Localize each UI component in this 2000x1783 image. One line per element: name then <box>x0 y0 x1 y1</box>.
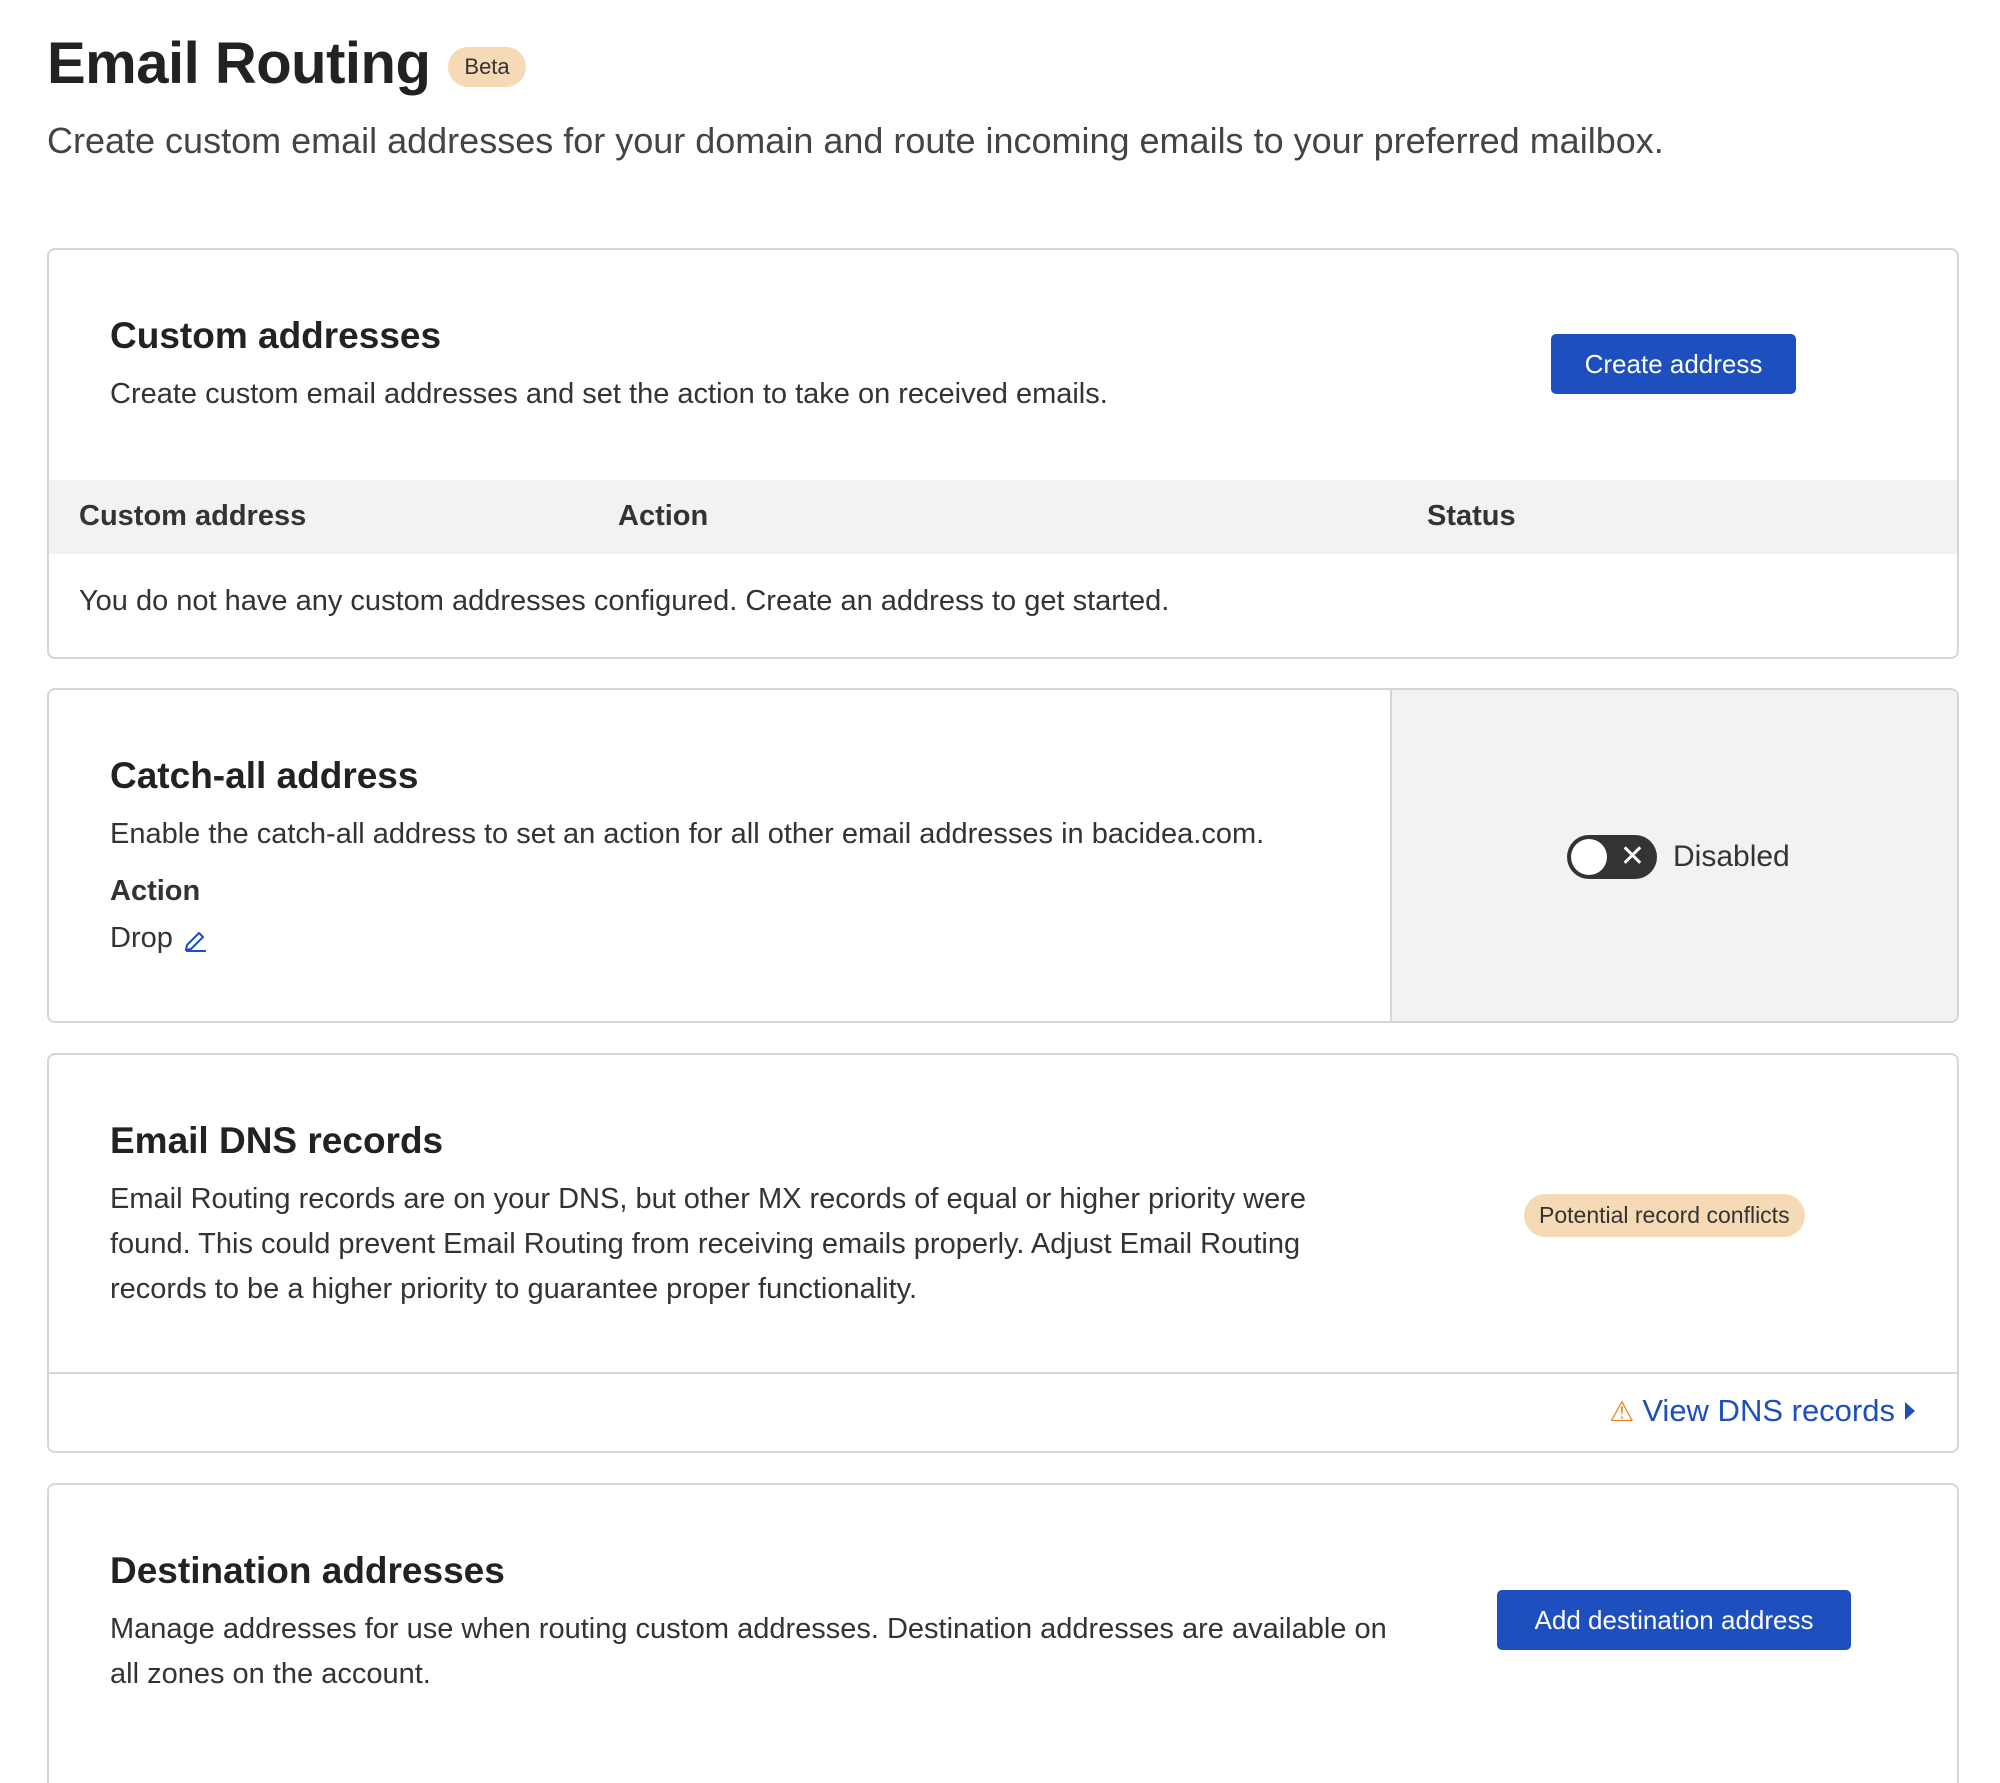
destination-addresses-title: Destination addresses <box>110 1550 505 1591</box>
catch-all-title: Catch-all address <box>110 755 419 796</box>
add-destination-address-button[interactable]: Add destination address <box>1497 1590 1851 1650</box>
view-dns-records-label: View DNS records <box>1642 1393 1895 1428</box>
create-address-button[interactable]: Create address <box>1551 334 1796 394</box>
destination-addresses-description: Manage addresses for use when routing cu… <box>110 1613 1387 1690</box>
catch-all-toggle[interactable]: ✕ <box>1567 835 1657 879</box>
action-label: Action <box>110 875 201 907</box>
empty-table-message: You do not have any custom addresses con… <box>79 585 1170 617</box>
pencil-icon[interactable] <box>183 926 209 952</box>
toggle-wrapper: ✕ Disabled <box>1567 835 1790 879</box>
dns-records-description: Email Routing records are on your DNS, b… <box>110 1183 1306 1305</box>
column-header-action[interactable]: Action <box>618 500 708 533</box>
custom-addresses-description: Create custom email addresses and set th… <box>110 378 1108 410</box>
close-icon: ✕ <box>1619 840 1645 873</box>
view-dns-records-link[interactable]: ⚠ View DNS records <box>1609 1393 1917 1429</box>
page-header: Email Routing Beta Create custom email a… <box>47 28 1947 162</box>
catch-all-toggle-panel: ✕ Disabled <box>1390 690 1957 1021</box>
catch-all-card: Catch-all address Enable the catch-all a… <box>47 688 1959 1023</box>
catch-all-description: Enable the catch-all address to set an a… <box>110 818 1265 850</box>
custom-addresses-card: Custom addresses Create custom email add… <box>47 248 1959 659</box>
custom-addresses-title: Custom addresses <box>110 315 442 356</box>
title-row: Email Routing Beta <box>47 28 1947 98</box>
warning-icon: ⚠ <box>1609 1395 1635 1427</box>
toggle-state-label: Disabled <box>1673 840 1790 873</box>
caret-right-icon <box>1905 1402 1915 1420</box>
toggle-knob <box>1571 839 1607 875</box>
page-title: Email Routing <box>47 30 431 96</box>
action-value-row: Drop <box>110 922 209 955</box>
beta-badge: Beta <box>448 47 526 87</box>
dns-card-footer: ⚠ View DNS records <box>49 1372 1957 1451</box>
table-header: Custom address Action Status <box>49 480 1957 554</box>
column-header-custom-address[interactable]: Custom address <box>79 500 306 533</box>
column-header-status[interactable]: Status <box>1427 500 1516 533</box>
dns-records-card: Email DNS records Email Routing records … <box>47 1053 1959 1453</box>
dns-records-title: Email DNS records <box>110 1120 444 1161</box>
status-badge: Potential record conflicts <box>1524 1194 1805 1237</box>
destination-addresses-card: Destination addresses Manage addresses f… <box>47 1483 1959 1783</box>
page-subtitle: Create custom email addresses for your d… <box>47 120 1664 161</box>
action-value: Drop <box>110 922 173 954</box>
